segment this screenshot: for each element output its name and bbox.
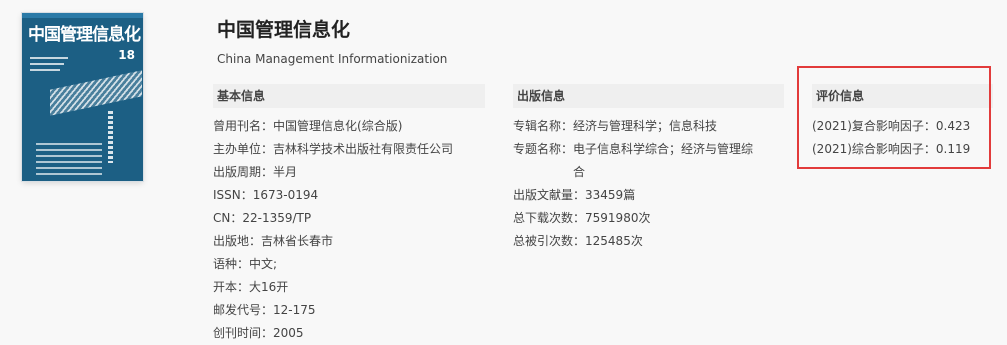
row-value: 7591980次 — [585, 211, 651, 225]
row-label: 专辑名称： — [513, 119, 574, 133]
row-value: 2005 — [273, 326, 304, 340]
cover-line — [30, 57, 68, 59]
cover-vertical-text — [108, 111, 113, 163]
publish-info-list: 专辑名称： 经济与管理科学；信息科技 专题名称： 电子信息科学综合；经济与管理综合 … — [513, 115, 784, 253]
row-label: 创刊时间： — [213, 326, 274, 340]
journal-title: 中国管理信息化 — [217, 19, 351, 41]
row-value: 125485次 — [585, 234, 643, 248]
journal-cover: 中国管理信息化 18 — [22, 13, 143, 181]
info-row-article-count: 出版文献量： 33459篇 — [513, 184, 784, 207]
cover-issue-number: 18 — [118, 48, 135, 62]
row-value: 电子信息科学综合；经济与管理综合 — [573, 142, 754, 179]
info-row-topic: 专题名称： 电子信息科学综合；经济与管理综合 — [513, 138, 784, 184]
row-label: CN： — [213, 211, 243, 225]
info-row-issn: ISSN： 1673-0194 — [213, 184, 485, 207]
cover-contents-lines — [36, 143, 102, 179]
row-value: 中文; — [249, 257, 278, 271]
row-value: 吉林科学技术出版社有限责任公司 — [273, 142, 454, 156]
row-label: 语种： — [213, 257, 250, 271]
info-row-cn: CN： 22-1359/TP — [213, 207, 485, 230]
row-value: 1673-0194 — [252, 188, 319, 202]
row-label: 总下载次数： — [513, 211, 586, 225]
evaluation-highlight-box — [797, 66, 991, 169]
row-label: 出版文献量： — [513, 188, 586, 202]
row-label: 总被引次数： — [513, 234, 586, 248]
cover-graphic-band — [50, 70, 142, 116]
row-label: ISSN： — [213, 188, 253, 202]
info-row-language: 语种： 中文; — [213, 253, 485, 276]
row-value: 大16开 — [249, 280, 289, 294]
cover-line — [30, 69, 60, 71]
info-row-founded: 创刊时间： 2005 — [213, 322, 485, 345]
journal-english-title: China Management Informationization — [217, 52, 448, 66]
row-label: 邮发代号： — [213, 303, 274, 317]
row-label: 开本： — [213, 280, 250, 294]
row-value: 吉林省长春市 — [261, 234, 334, 248]
row-value: 33459篇 — [585, 188, 636, 202]
row-label: 主办单位： — [213, 142, 274, 156]
info-row-sponsor: 主办单位： 吉林科学技术出版社有限责任公司 — [213, 138, 485, 161]
row-value: 半月 — [273, 165, 298, 179]
row-label: 出版周期： — [213, 165, 274, 179]
info-row-postal-code: 邮发代号： 12-175 — [213, 299, 485, 322]
info-row-download-count: 总下载次数： 7591980次 — [513, 207, 784, 230]
cover-line — [30, 63, 64, 65]
row-value: 22-1359/TP — [242, 211, 312, 225]
publish-info-header: 出版信息 — [513, 84, 784, 108]
cover-top-strip — [22, 13, 143, 18]
info-row-citation-count: 总被引次数： 125485次 — [513, 230, 784, 253]
info-row-frequency: 出版周期： 半月 — [213, 161, 485, 184]
info-row-former-name: 曾用刊名： 中国管理信息化(综合版) — [213, 115, 485, 138]
info-row-album: 专辑名称： 经济与管理科学；信息科技 — [513, 115, 784, 138]
basic-info-section: 基本信息 曾用刊名： 中国管理信息化(综合版) 主办单位： 吉林科学技术出版社有限责… — [213, 84, 485, 345]
cover-title: 中国管理信息化 — [28, 25, 141, 45]
basic-info-list: 曾用刊名： 中国管理信息化(综合版) 主办单位： 吉林科学技术出版社有限责任公司 出… — [213, 115, 485, 345]
publish-info-section: 出版信息 专辑名称： 经济与管理科学；信息科技 专题名称： 电子信息科学综合；经济与… — [513, 84, 784, 253]
row-value: 12-175 — [273, 303, 316, 317]
info-row-format: 开本： 大16开 — [213, 276, 485, 299]
row-value: 经济与管理科学；信息科技 — [573, 119, 718, 133]
basic-info-header: 基本信息 — [213, 84, 485, 108]
row-label: 曾用刊名： — [213, 119, 274, 133]
row-label: 专题名称： — [513, 142, 574, 156]
row-value: 中国管理信息化(综合版) — [273, 119, 403, 133]
row-label: 出版地： — [213, 234, 262, 248]
info-row-place: 出版地： 吉林省长春市 — [213, 230, 485, 253]
